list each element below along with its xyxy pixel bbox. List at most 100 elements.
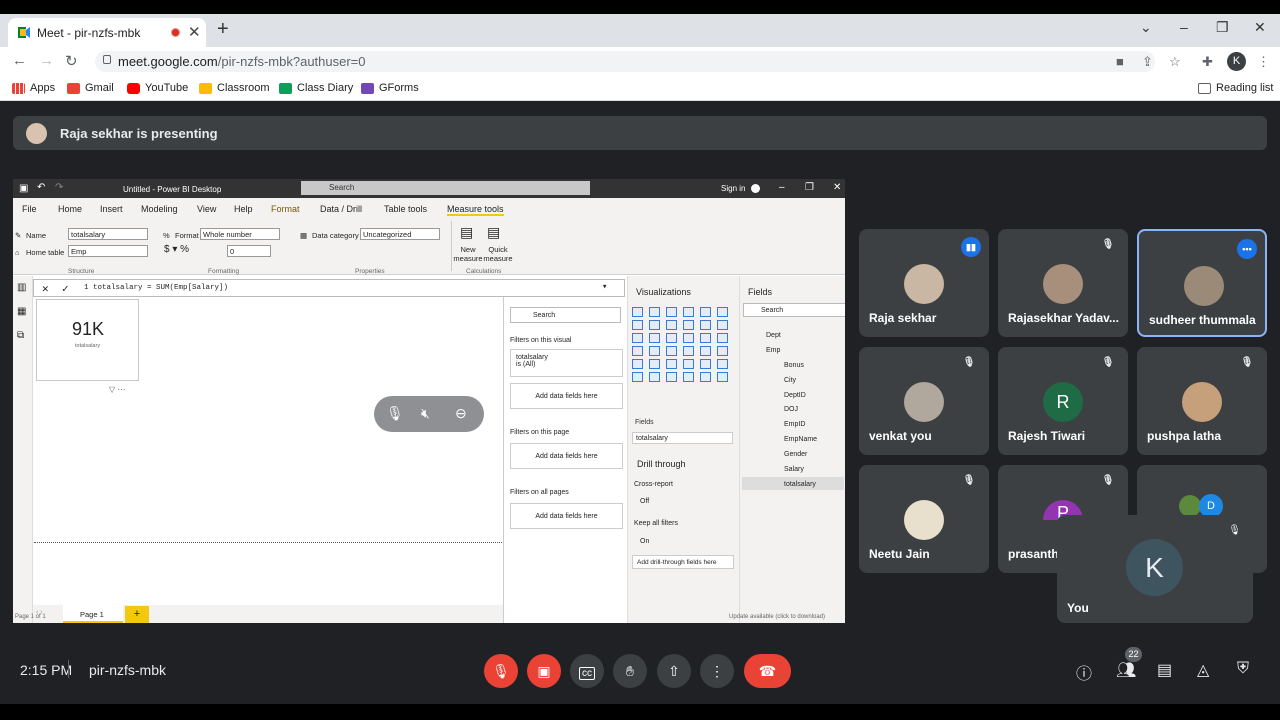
participant-tile[interactable]: 🎙︎ pushpa latha <box>1137 347 1267 455</box>
forward-icon[interactable]: → <box>39 52 54 69</box>
field-deptid[interactable]: DeptID <box>784 392 806 399</box>
reading-list[interactable]: Reading list <box>1198 82 1273 94</box>
meet-tab[interactable]: Meet - pir-nzfs-mbk ✕ <box>8 18 206 47</box>
viz-type-icon[interactable] <box>700 372 711 382</box>
more-options-button[interactable]: ⋮ <box>700 654 734 688</box>
minimize-icon[interactable]: – <box>1180 19 1188 35</box>
viz-type-icon[interactable] <box>632 346 643 356</box>
viz-type-icon[interactable] <box>700 333 711 343</box>
expand-formula-icon[interactable]: ▾ <box>602 282 607 292</box>
keep-filters-toggle[interactable]: On <box>640 538 649 545</box>
viz-type-icon[interactable] <box>649 346 660 356</box>
viz-field-well[interactable]: totalsalary <box>632 432 733 444</box>
decimals-input[interactable]: 0 <box>227 245 271 257</box>
host-controls-icon[interactable]: ⛨ <box>1237 660 1249 678</box>
viz-type-icon[interactable] <box>649 320 660 330</box>
leave-call-button[interactable]: ☎︎ <box>744 654 791 688</box>
bookmark-youtube[interactable]: YouTube <box>127 82 188 94</box>
sound-off-icon[interactable]: 🔇︎ <box>421 405 430 422</box>
tab-search-icon[interactable]: ⌄ <box>1140 19 1152 36</box>
tab-table-tools[interactable]: Table tools <box>384 204 427 214</box>
bookmark-apps[interactable]: Apps <box>12 82 55 94</box>
reload-icon[interactable]: ↻ <box>65 52 78 70</box>
viz-type-icon[interactable] <box>700 346 711 356</box>
formula-text[interactable]: 1 totalsalary = SUM(Emp[Salary]) <box>84 284 228 292</box>
data-view-icon[interactable]: ▦ <box>17 306 26 317</box>
field-gender[interactable]: Gender <box>784 451 807 458</box>
tab-insert[interactable]: Insert <box>100 204 123 214</box>
viz-type-icon[interactable] <box>666 333 677 343</box>
filter-drop-all[interactable]: Add data fields here <box>510 503 623 529</box>
viz-type-icon[interactable] <box>683 372 694 382</box>
meeting-details-icon[interactable]: ⓘ <box>1076 660 1092 684</box>
viz-type-icon[interactable] <box>717 372 728 382</box>
tab-format[interactable]: Format <box>271 204 300 214</box>
bookmark-classroom[interactable]: Classroom <box>199 82 270 94</box>
captions-button[interactable]: cc <box>570 654 604 688</box>
card-visual[interactable]: 91K totalsalary <box>36 299 139 381</box>
quick-measure-icon[interactable]: ▤ <box>487 224 500 241</box>
viz-type-icon[interactable] <box>683 333 694 343</box>
viz-type-icon[interactable] <box>717 346 728 356</box>
commit-formula-icon[interactable]: ✓ <box>62 282 69 296</box>
viz-type-icon[interactable] <box>649 333 660 343</box>
maximize-icon[interactable]: ❐ <box>1216 19 1229 36</box>
close-tab-icon[interactable]: ✕ <box>188 23 201 41</box>
tab-home[interactable]: Home <box>58 204 82 214</box>
participant-tile[interactable]: 🎙︎ venkat you <box>859 347 989 455</box>
participant-tile[interactable]: 🎙︎ Rajasekhar Yadav... <box>998 229 1128 337</box>
more-options-icon[interactable]: ••• <box>1237 239 1257 259</box>
formula-bar[interactable]: ✕ ✓ 1 totalsalary = SUM(Emp[Salary]) ▾ <box>33 279 625 297</box>
viz-type-icon[interactable] <box>666 320 677 330</box>
field-city[interactable]: City <box>784 377 796 384</box>
redo-icon[interactable]: ↷ <box>55 182 63 193</box>
viz-type-icon[interactable] <box>632 307 643 317</box>
profile-avatar[interactable]: K <box>1227 52 1246 71</box>
undo-icon[interactable]: ↶ <box>37 182 45 193</box>
filter-drop-visual[interactable]: Add data fields here <box>510 383 623 409</box>
participant-tile[interactable]: ▮▮ Raja sekhar <box>859 229 989 337</box>
raise-hand-button[interactable]: ✋︎ <box>613 654 647 688</box>
share-icon[interactable]: ⇪ <box>1142 54 1153 70</box>
home-table-select[interactable]: Emp <box>68 245 148 257</box>
participant-tile[interactable]: 🎙︎ Neetu Jain <box>859 465 989 573</box>
camera-toggle-button[interactable]: ▣ <box>527 654 561 688</box>
field-salary[interactable]: Salary <box>784 466 804 473</box>
viz-type-icon[interactable] <box>683 359 694 369</box>
people-icon[interactable]: 👥︎ <box>1116 660 1136 680</box>
viz-type-icon[interactable] <box>700 307 711 317</box>
viz-type-icon[interactable] <box>649 372 660 382</box>
viz-type-icon[interactable] <box>700 359 711 369</box>
pbi-search[interactable]: Search <box>301 181 590 195</box>
viz-type-icon[interactable] <box>683 346 694 356</box>
viz-type-icon[interactable] <box>700 320 711 330</box>
pbi-close-icon[interactable]: ✕ <box>833 182 841 193</box>
save-icon[interactable]: ▣ <box>19 183 28 194</box>
participant-tile[interactable]: 🎙︎ R Rajesh Tiwari <box>998 347 1128 455</box>
camera-icon[interactable]: ■ <box>1116 54 1124 69</box>
calculator-icon[interactable]: ▤ <box>460 224 473 241</box>
bookmark-gmail[interactable]: Gmail <box>67 82 114 94</box>
cross-report-toggle[interactable]: Off <box>640 498 649 505</box>
table-dept[interactable]: Dept <box>766 332 781 339</box>
minimize-control-icon[interactable]: ⊖ <box>455 405 467 422</box>
name-input[interactable]: totalsalary <box>68 228 148 240</box>
viz-type-icon[interactable] <box>666 359 677 369</box>
data-category-select[interactable]: Uncategorized <box>360 228 440 240</box>
report-canvas[interactable]: 91K totalsalary ▽ ⋯ <box>33 297 503 605</box>
tab-modeling[interactable]: Modeling <box>141 204 178 214</box>
present-button[interactable]: ⇧ <box>657 654 691 688</box>
viz-type-icon[interactable] <box>666 307 677 317</box>
tab-data-drill[interactable]: Data / Drill <box>320 204 362 214</box>
viz-type-icon[interactable] <box>632 320 643 330</box>
participant-tile[interactable]: ••• sudheer thummala <box>1137 229 1267 337</box>
viz-type-icon[interactable] <box>666 372 677 382</box>
new-tab-icon[interactable]: + <box>217 18 229 41</box>
viz-type-icon[interactable] <box>632 333 643 343</box>
field-bonus[interactable]: Bonus <box>784 362 804 369</box>
viz-type-icon[interactable] <box>717 307 728 317</box>
self-view-tile[interactable]: 🎙︎ K You <box>1057 515 1253 623</box>
field-empid[interactable]: EmpID <box>784 421 805 428</box>
viz-type-icon[interactable] <box>683 320 694 330</box>
menu-icon[interactable]: ⋮ <box>1257 54 1270 70</box>
